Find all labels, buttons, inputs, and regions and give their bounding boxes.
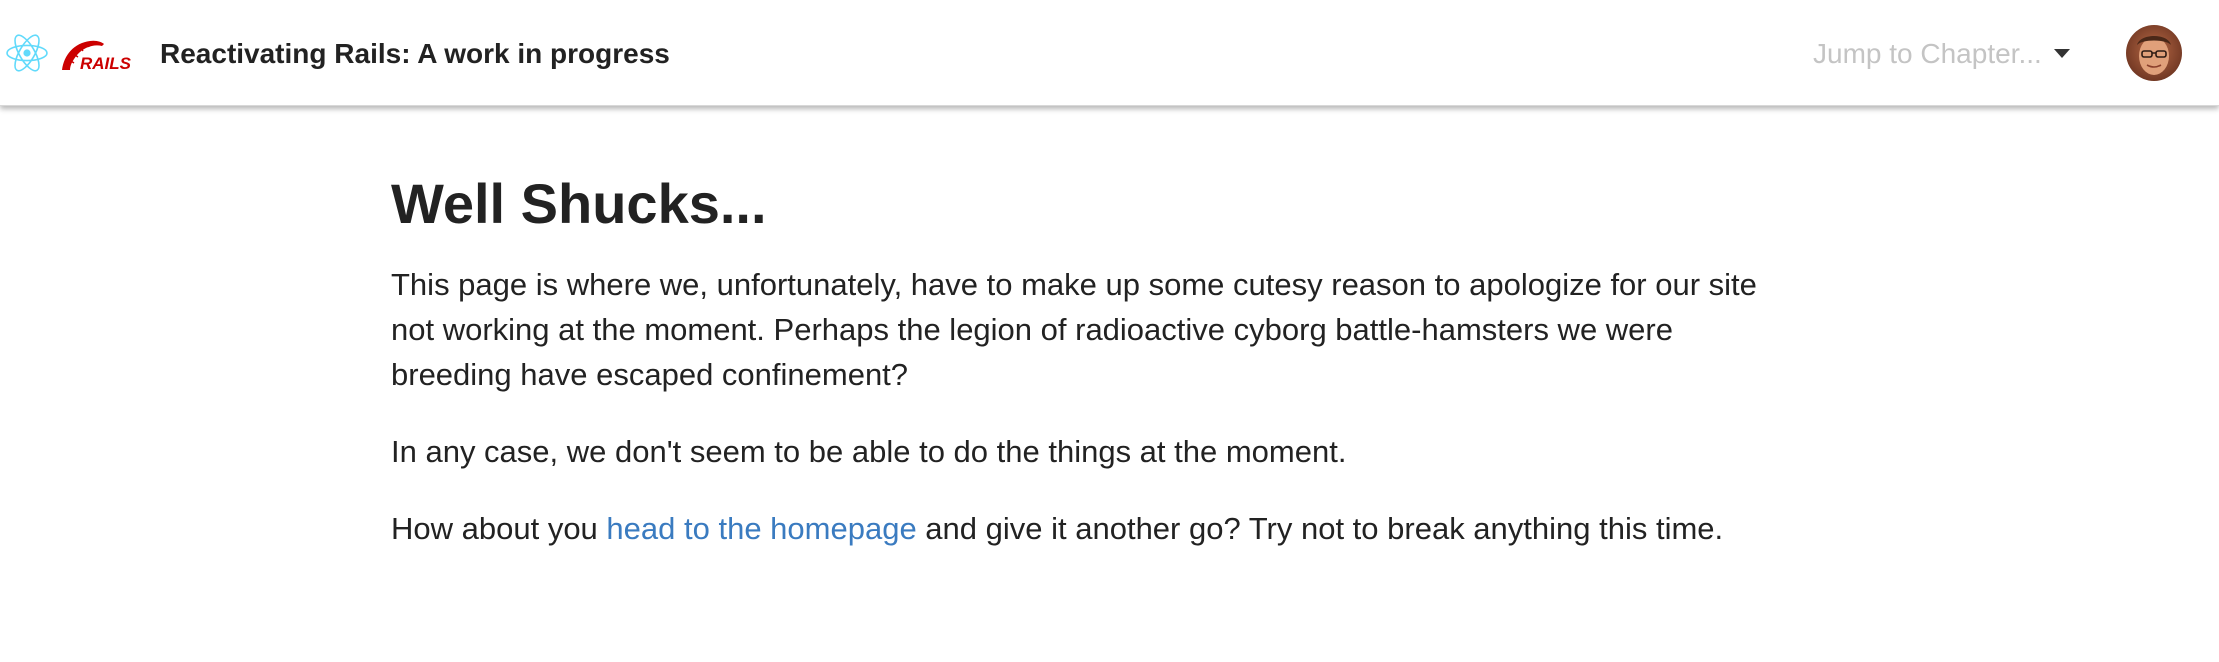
avatar-image — [2126, 25, 2182, 81]
react-icon[interactable] — [5, 33, 49, 73]
homepage-suggestion: How about you head to the homepage and g… — [391, 506, 1771, 551]
user-avatar[interactable] — [2126, 25, 2182, 81]
top-navbar: RAILS Reactivating Rails: A work in prog… — [0, 0, 2219, 106]
homepage-link[interactable]: head to the homepage — [606, 511, 916, 546]
rails-logo-icon[interactable]: RAILS — [60, 37, 134, 71]
chevron-down-icon[interactable] — [2054, 49, 2070, 58]
error-description: This page is where we, unfortunately, ha… — [391, 267, 1757, 392]
jump-to-chapter-select[interactable]: Jump to Chapter... — [1805, 34, 2075, 74]
chapter-select-placeholder: Jump to Chapter... — [1813, 38, 2042, 69]
error-note: In any case, we don't seem to be able to… — [391, 434, 1347, 469]
rails-logo-text: RAILS — [80, 54, 132, 71]
main-content: Well Shucks... This page is where we, un… — [391, 168, 1791, 551]
suggestion-text-after: and give it another go? Try not to break… — [916, 511, 1724, 546]
suggestion-text-before: How about you — [391, 511, 607, 546]
site-title[interactable]: Reactivating Rails: A work in progress — [160, 36, 670, 72]
page-title: Well Shucks... — [391, 172, 767, 235]
